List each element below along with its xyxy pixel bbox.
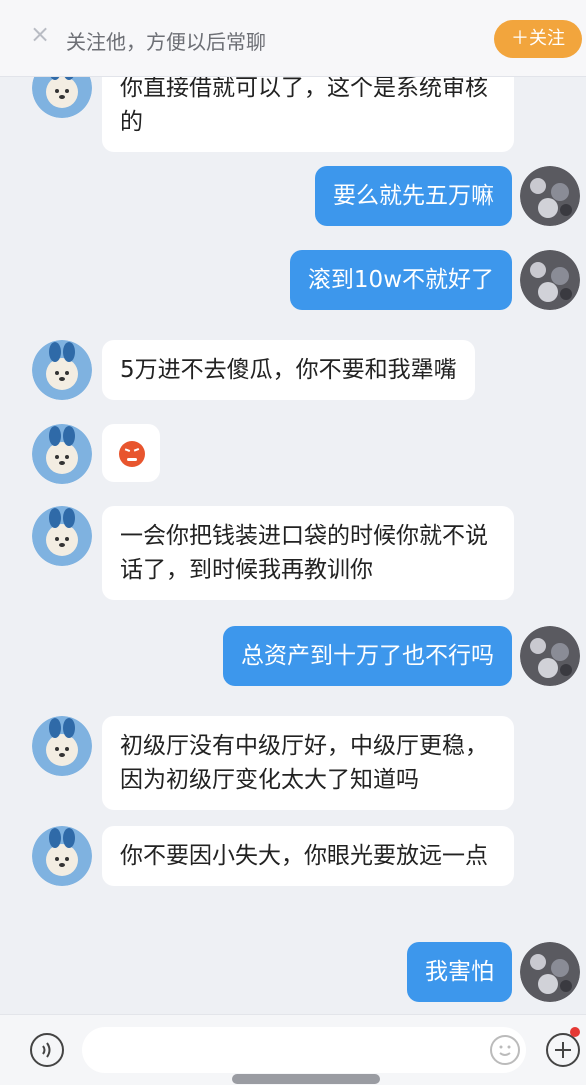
incoming-message-bubble[interactable]: 初级厅没有中级厅好，中级厅更稳，因为初级厅变化太大了知道吗	[102, 716, 514, 810]
outgoing-message-bubble[interactable]: 我害怕	[407, 942, 512, 1002]
outgoing-message-bubble[interactable]: 滚到10w不就好了	[289, 250, 512, 310]
contact-avatar[interactable]	[32, 826, 92, 886]
incoming-message-bubble[interactable]: 5万进不去傻瓜，你不要和我犟嘴	[102, 340, 475, 400]
notification-dot	[570, 1027, 580, 1037]
user-avatar[interactable]	[520, 626, 580, 686]
plus-icon[interactable]	[546, 1033, 580, 1067]
message-input[interactable]	[82, 1027, 526, 1073]
contact-avatar[interactable]	[32, 424, 92, 484]
incoming-message-bubble[interactable]: 你不要因小失大，你眼光要放远一点	[102, 826, 514, 886]
follow-prompt-bar: × 关注他，方便以后常聊 ＋关注	[0, 0, 586, 76]
user-avatar[interactable]	[520, 166, 580, 226]
incoming-message-bubble[interactable]: 一会你把钱装进口袋的时候你就不说话了，到时候我再教训你	[102, 506, 514, 600]
user-avatar[interactable]	[520, 250, 580, 310]
contact-avatar[interactable]	[32, 340, 92, 400]
contact-avatar[interactable]	[32, 716, 92, 776]
angry-face-icon	[119, 441, 145, 467]
user-avatar[interactable]	[520, 942, 580, 1002]
outgoing-message-bubble[interactable]: 总资产到十万了也不行吗	[223, 626, 512, 686]
follow-prompt-text: 关注他，方便以后常聊	[66, 30, 266, 54]
home-indicator	[232, 1074, 380, 1084]
smile-icon[interactable]	[490, 1035, 520, 1065]
close-icon[interactable]: ×	[28, 22, 52, 46]
incoming-message-bubble[interactable]	[102, 424, 160, 482]
outgoing-message-bubble[interactable]: 要么就先五万嘛	[315, 166, 512, 226]
contact-avatar[interactable]	[32, 506, 92, 566]
voice-icon[interactable]	[30, 1033, 64, 1067]
follow-button[interactable]: ＋关注	[494, 20, 582, 58]
